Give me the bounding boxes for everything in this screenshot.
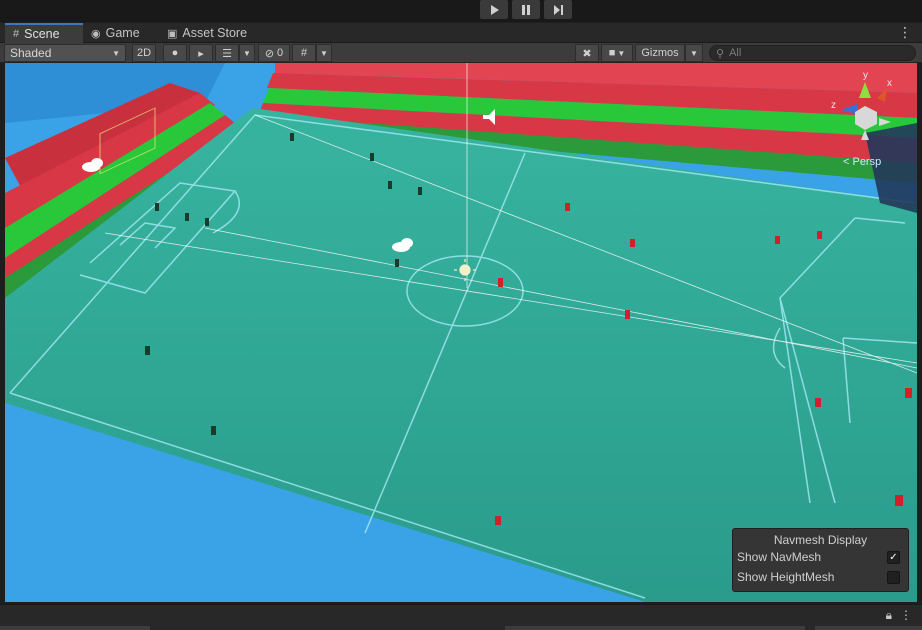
camera-settings-button[interactable]: ■ ▼ (601, 44, 633, 62)
toggle-2d-label: 2D (136, 47, 152, 59)
shading-mode-value: Shaded (10, 46, 52, 60)
pause-icon (522, 4, 530, 15)
gizmos-button[interactable]: Gizmos (635, 44, 685, 62)
window-tabs: # Scene ◉ Game ▣ Asset Store (0, 23, 922, 43)
search-input[interactable] (729, 47, 900, 59)
effects-dropdown-button[interactable]: ▼ (239, 44, 255, 62)
chevron-down-icon: ▼ (690, 48, 698, 58)
grid-icon: # (13, 28, 20, 40)
gizmos-dropdown-button[interactable]: ▼ (685, 44, 703, 62)
show-navmesh-row[interactable]: Show NavMesh ✓ (733, 547, 908, 567)
audio-toggle-button[interactable]: ▸ (189, 44, 213, 62)
play-toolbar (0, 0, 922, 22)
toggle-2d-button[interactable]: 2D (132, 44, 156, 62)
show-navmesh-label: Show NavMesh (737, 550, 822, 564)
grid-dropdown-button[interactable]: ▼ (316, 44, 332, 62)
tab-scene[interactable]: # Scene (5, 23, 83, 43)
show-heightmesh-row[interactable]: Show HeightMesh (733, 567, 908, 587)
pause-button[interactable] (512, 0, 540, 19)
checkmark-icon: ✓ (889, 551, 898, 563)
shading-mode-dropdown[interactable]: Shaded ▼ (4, 44, 126, 62)
panel-strip (505, 626, 805, 630)
gizmos-label: Gizmos (641, 47, 679, 59)
axis-y-label: y (863, 70, 868, 81)
hidden-eye-icon: ⊘ (264, 47, 275, 60)
orientation-gizmo[interactable]: y z x (825, 68, 905, 143)
gamepad-icon: ◉ (91, 27, 101, 40)
step-icon (554, 4, 563, 15)
camera-icon: ■ (608, 47, 616, 59)
chevron-down-icon: ▼ (320, 48, 328, 58)
chevron-down-icon: ▼ (112, 48, 120, 58)
search-icon: ⚲ (716, 47, 725, 60)
show-heightmesh-checkbox[interactable] (887, 570, 900, 584)
show-navmesh-checkbox[interactable]: ✓ (887, 550, 900, 564)
effects-toggle-button[interactable]: ☰ (215, 44, 239, 62)
window-menu-icon[interactable]: ⋮ (900, 608, 912, 623)
axis-x-label: x (887, 78, 892, 89)
navmesh-display-panel: Navmesh Display Show NavMesh ✓ Show Heig… (732, 528, 909, 592)
step-button[interactable] (544, 0, 572, 19)
navmesh-panel-title: Navmesh Display (773, 533, 868, 547)
bottom-panel-controls: 🔒︎ ⋮ (886, 608, 912, 623)
lighting-toggle-button[interactable]: ● (163, 44, 187, 62)
tab-asset-store-label: Asset Store (182, 26, 248, 40)
panel-strip (0, 626, 150, 630)
axis-z-label: z (831, 100, 836, 111)
speaker-icon: ▸ (198, 47, 204, 60)
tab-scene-label: Scene (24, 27, 60, 41)
lock-icon[interactable]: 🔒︎ (886, 608, 892, 623)
scene-search[interactable]: ⚲ (709, 45, 916, 61)
tools-icon: ✖ (582, 47, 592, 60)
scene-viewport[interactable]: y z x < Persp (5, 63, 917, 602)
chevron-down-icon: ▼ (617, 48, 626, 58)
tab-asset-store[interactable]: ▣ Asset Store (159, 23, 259, 43)
show-heightmesh-label: Show HeightMesh (737, 570, 835, 584)
projection-toggle[interactable]: < Persp (843, 156, 881, 168)
bulb-icon: ● (171, 47, 179, 59)
scene-toolbar: Shaded ▼ 2D ● ▸ ☰ ▼ ⊘ 0 # ▼ ✖ ■ ▼ Gizmos… (0, 43, 922, 63)
bottom-panel-bar: 🔒︎ ⋮ (0, 604, 922, 630)
play-icon (491, 4, 499, 15)
bag-icon: ▣ (167, 27, 178, 40)
soccer-field-render (5, 63, 917, 602)
hidden-count: 0 (277, 47, 284, 59)
tab-game[interactable]: ◉ Game (83, 23, 159, 43)
unity-editor-window: { "playbar": { "play_icon": "play-icon",… (0, 0, 922, 630)
chevron-down-icon: ▼ (243, 48, 251, 58)
tools-button[interactable]: ✖ (575, 44, 599, 62)
tab-game-label: Game (105, 26, 140, 40)
layers-icon: ☰ (222, 47, 232, 60)
scene-visibility-button[interactable]: ⊘ 0 (258, 44, 290, 62)
grid-icon: # (300, 47, 308, 59)
window-menu-icon[interactable]: ⋮ (898, 25, 912, 39)
grid-toggle-button[interactable]: # (292, 44, 316, 62)
panel-strip (815, 626, 922, 630)
play-button[interactable] (480, 0, 508, 19)
